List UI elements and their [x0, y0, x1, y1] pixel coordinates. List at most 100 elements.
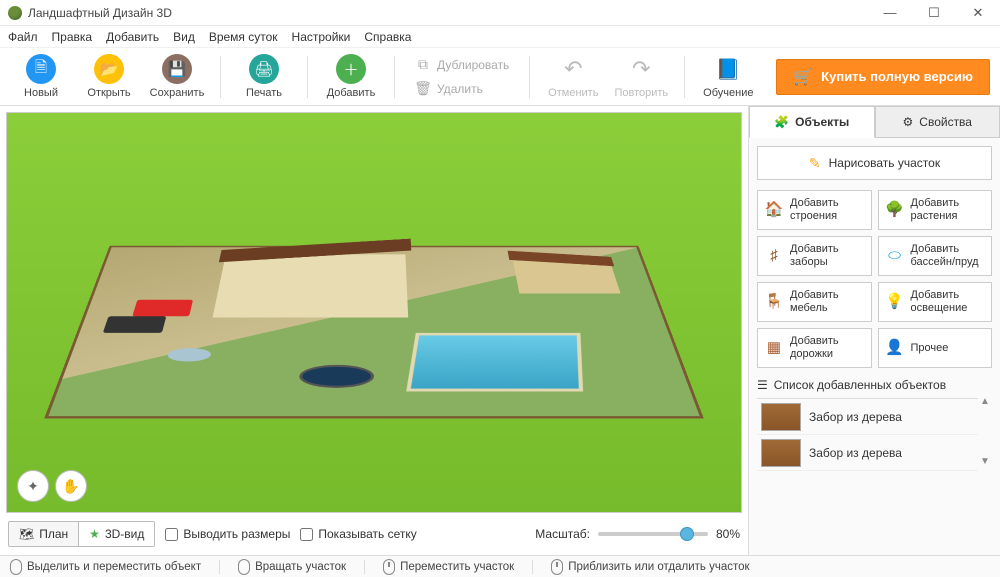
pan-tool-button[interactable]: ✋: [55, 470, 87, 502]
scale-label: Масштаб:: [535, 527, 590, 541]
pool-object: [406, 333, 583, 392]
close-button[interactable]: ✕: [956, 0, 1000, 26]
status-bar: Выделить и переместить объект Вращать уч…: [0, 555, 1000, 577]
duplicate-button[interactable]: ⧉ Дублировать: [407, 53, 517, 77]
object-list-item[interactable]: Забор из дерева: [757, 399, 978, 435]
save-icon: 💾: [162, 54, 192, 84]
add-pool-button[interactable]: ⬭Добавить бассейн/пруд: [878, 236, 993, 276]
cart-icon: 🛒: [793, 67, 813, 87]
show-grid-checkbox[interactable]: Показывать сетку: [300, 527, 416, 541]
undo-label: Отменить: [548, 87, 598, 99]
menu-bar: Файл Правка Добавить Вид Время суток Нас…: [0, 26, 1000, 48]
gear-icon: ⚙: [903, 115, 914, 129]
tab-objects-label: Объекты: [795, 115, 849, 129]
scroll-down-icon[interactable]: ▼: [980, 456, 990, 467]
menu-help[interactable]: Справка: [364, 30, 411, 44]
show-dimensions-checkbox[interactable]: Выводить размеры: [165, 527, 290, 541]
scroll-up-icon[interactable]: ▲: [980, 396, 990, 407]
add-button[interactable]: ＋ Добавить: [320, 54, 382, 99]
cat-label: Добавить строения: [790, 197, 865, 222]
cat-label: Добавить дорожки: [790, 335, 865, 360]
add-buildings-button[interactable]: 🏠Добавить строения: [757, 190, 872, 230]
cat-label: Добавить заборы: [790, 243, 865, 268]
cat-label: Прочее: [911, 342, 949, 355]
status-zoom: Приблизить или отдалить участок: [551, 559, 749, 575]
folder-icon: 📂: [94, 54, 124, 84]
maximize-button[interactable]: ☐: [912, 0, 956, 26]
show-grid-label: Показывать сетку: [318, 527, 416, 541]
status-select: Выделить и переместить объект: [10, 559, 201, 575]
print-label: Печать: [246, 87, 282, 99]
tab-properties[interactable]: ⚙ Свойства: [875, 106, 1000, 138]
pool-icon: ⬭: [885, 246, 905, 266]
tab-objects[interactable]: 🧩 Объекты: [749, 106, 875, 138]
3d-canvas[interactable]: ✦ ✋: [6, 112, 742, 513]
new-label: Новый: [24, 87, 58, 99]
toolbar-separator: [220, 56, 221, 98]
car-red-object: [132, 300, 193, 316]
show-dimensions-input[interactable]: [165, 528, 178, 541]
duplicate-icon: ⧉: [415, 57, 431, 73]
plus-icon: ＋: [336, 54, 366, 84]
house-object: [212, 254, 408, 318]
undo-button[interactable]: ↶ Отменить: [542, 54, 604, 99]
tree-icon: 🌳: [885, 200, 905, 220]
add-paths-button[interactable]: ▦Добавить дорожки: [757, 328, 872, 368]
add-fences-button[interactable]: ♯Добавить заборы: [757, 236, 872, 276]
delete-button[interactable]: 🗑 Удалить: [407, 77, 517, 101]
objects-icon: 🧩: [774, 115, 789, 129]
add-plants-button[interactable]: 🌳Добавить растения: [878, 190, 993, 230]
scale-slider[interactable]: [598, 532, 708, 536]
tab-properties-label: Свойства: [919, 115, 972, 129]
open-button[interactable]: 📂 Открыть: [78, 54, 140, 99]
add-furniture-button[interactable]: 🪑Добавить мебель: [757, 282, 872, 322]
lamp-icon: 💡: [885, 292, 905, 312]
plan-view-button[interactable]: 🗺 План: [9, 522, 78, 546]
print-icon: 🖨: [249, 54, 279, 84]
status-zoom-label: Приблизить или отдалить участок: [568, 561, 749, 573]
learn-button[interactable]: 📘 Обучение: [697, 54, 759, 99]
menu-view[interactable]: Вид: [173, 30, 195, 44]
undo-icon: ↶: [558, 54, 588, 84]
slider-thumb[interactable]: [680, 527, 694, 541]
menu-settings[interactable]: Настройки: [292, 30, 351, 44]
3d-icon: ★: [89, 527, 100, 541]
redo-label: Повторить: [614, 87, 668, 99]
mouse-right-icon: [238, 559, 250, 575]
minimize-button[interactable]: —: [868, 0, 912, 26]
open-label: Открыть: [87, 87, 130, 99]
layers-icon: ☰: [757, 378, 768, 392]
object-list-header: ☰ Список добавленных объектов: [757, 378, 992, 392]
add-other-button[interactable]: 👤 Прочее: [878, 328, 993, 368]
orbit-tool-button[interactable]: ✦: [17, 470, 49, 502]
redo-button[interactable]: ↷ Повторить: [610, 54, 672, 99]
draw-plot-label: Нарисовать участок: [829, 156, 940, 170]
mouse-wheel-icon: [551, 559, 563, 575]
buy-full-button[interactable]: 🛒 Купить полную версию: [776, 59, 990, 95]
gazebo-object: [513, 261, 620, 294]
menu-add[interactable]: Добавить: [106, 30, 159, 44]
file-icon: 🗎: [26, 54, 56, 84]
new-button[interactable]: 🗎 Новый: [10, 54, 72, 99]
plan-icon: 🗺: [19, 527, 34, 541]
scale-value: 80%: [716, 527, 740, 541]
gnome-icon: 👤: [885, 338, 905, 358]
3d-view-button[interactable]: ★ 3D-вид: [78, 522, 154, 546]
object-name: Забор из дерева: [809, 446, 902, 460]
list-scrollbar[interactable]: ▲ ▼: [978, 392, 992, 471]
plot-ground: [44, 246, 704, 419]
show-grid-input[interactable]: [300, 528, 313, 541]
menu-edit[interactable]: Правка: [52, 30, 93, 44]
save-button[interactable]: 💾 Сохранить: [146, 54, 208, 99]
menu-file[interactable]: Файл: [8, 30, 38, 44]
trash-icon: 🗑: [415, 81, 431, 97]
status-move-label: Переместить участок: [400, 561, 514, 573]
add-lighting-button[interactable]: 💡Добавить освещение: [878, 282, 993, 322]
menu-time[interactable]: Время суток: [209, 30, 278, 44]
object-list-item[interactable]: Забор из дерева: [757, 435, 978, 471]
view-controls: 🗺 План ★ 3D-вид Выводить размеры Показыв…: [6, 519, 742, 549]
draw-plot-button[interactable]: ✎ Нарисовать участок: [757, 146, 992, 180]
toolbar-separator: [307, 56, 308, 98]
app-icon: [8, 6, 22, 20]
print-button[interactable]: 🖨 Печать: [233, 54, 295, 99]
